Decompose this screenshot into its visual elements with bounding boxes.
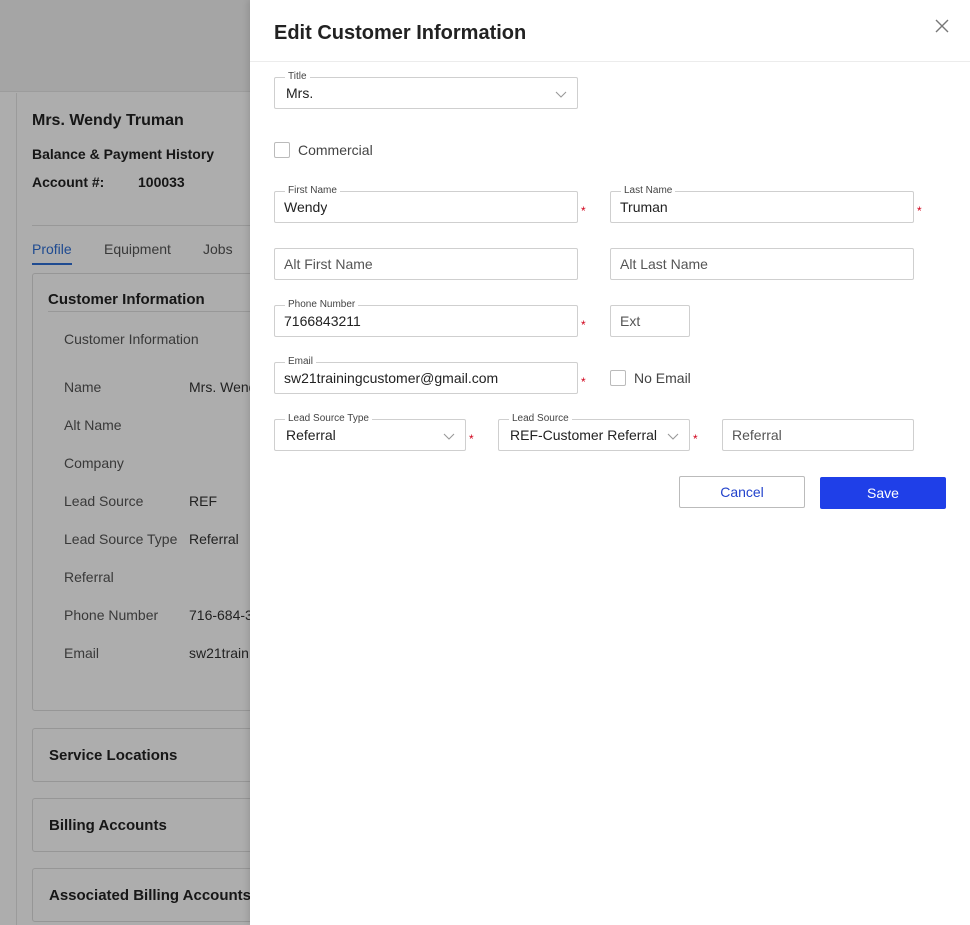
chevron-down-icon: [667, 433, 679, 440]
drawer-title: Edit Customer Information: [274, 22, 527, 44]
required-marker: *: [581, 204, 586, 218]
chevron-down-icon: [443, 433, 455, 440]
referral-input[interactable]: Referral: [722, 419, 914, 451]
ext-input[interactable]: Ext: [610, 305, 690, 337]
lead-source-type-select[interactable]: Lead Source Type Referral: [274, 412, 466, 451]
commercial-label: Commercial: [298, 142, 373, 158]
email-label: Email: [285, 355, 317, 369]
cancel-button[interactable]: Cancel: [679, 476, 805, 508]
alt-last-name-input[interactable]: Alt Last Name: [610, 248, 914, 280]
required-marker: *: [581, 375, 586, 389]
required-marker: *: [693, 432, 698, 446]
required-marker: *: [917, 204, 922, 218]
alt-last-name-placeholder: Alt Last Name: [620, 256, 708, 272]
referral-placeholder: Referral: [732, 427, 782, 443]
no-email-label: No Email: [634, 370, 691, 386]
phone-number-label: Phone Number: [285, 298, 359, 312]
commercial-checkbox[interactable]: [274, 142, 290, 158]
phone-number-value: 7166843211: [284, 313, 361, 329]
title-label: Title: [285, 70, 310, 84]
chevron-down-icon: [555, 91, 567, 98]
title-value: Mrs.: [286, 85, 314, 101]
edit-customer-drawer: Edit Customer Information Title Mrs. Com…: [250, 0, 970, 925]
last-name-input[interactable]: Last Name Truman: [610, 184, 914, 223]
modal-backdrop[interactable]: [0, 0, 250, 925]
ext-placeholder: Ext: [620, 313, 641, 329]
alt-first-name-placeholder: Alt First Name: [284, 256, 373, 272]
drawer-header: Edit Customer Information: [250, 0, 970, 62]
lead-source-type-value: Referral: [286, 427, 336, 443]
first-name-input[interactable]: First Name Wendy: [274, 184, 578, 223]
lead-source-type-label: Lead Source Type: [285, 412, 372, 426]
save-button[interactable]: Save: [820, 477, 946, 509]
close-button[interactable]: [930, 14, 954, 38]
lead-source-select[interactable]: Lead Source REF-Customer Referral: [498, 412, 690, 451]
title-select[interactable]: Title Mrs.: [274, 70, 578, 109]
required-marker: *: [469, 432, 474, 446]
lead-source-label: Lead Source: [509, 412, 572, 426]
no-email-checkbox[interactable]: [610, 370, 626, 386]
last-name-label: Last Name: [621, 184, 676, 198]
alt-first-name-input[interactable]: Alt First Name: [274, 248, 578, 280]
required-marker: *: [581, 318, 586, 332]
email-value: sw21trainingcustomer@gmail.com: [284, 370, 499, 386]
first-name-label: First Name: [285, 184, 340, 198]
email-input[interactable]: Email sw21trainingcustomer@gmail.com: [274, 355, 578, 394]
close-icon: [935, 19, 949, 33]
first-name-value: Wendy: [284, 199, 328, 215]
last-name-value: Truman: [620, 199, 668, 215]
phone-number-input[interactable]: Phone Number 7166843211: [274, 298, 578, 337]
lead-source-value: REF-Customer Referral: [510, 427, 658, 443]
